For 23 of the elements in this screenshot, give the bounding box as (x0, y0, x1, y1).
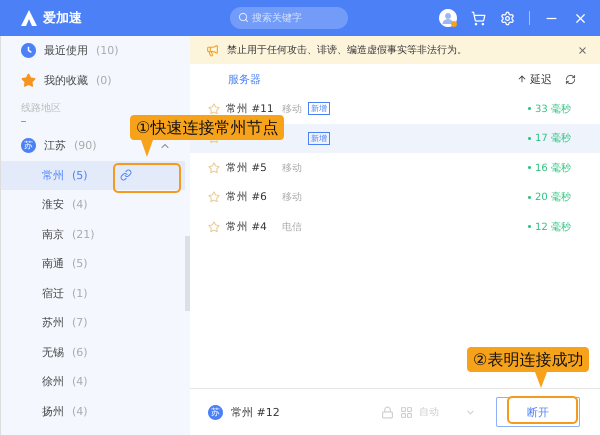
carrier-label: 电信 (282, 220, 303, 234)
callout-tooltip: ②表明连接成功 (467, 347, 590, 372)
carrier-label: 移动 (282, 191, 303, 204)
server-name: 常州 #4 (226, 220, 268, 234)
callout-tooltip: ①快速连接常州节点 (130, 115, 284, 140)
latency-value: 17 毫秒 (528, 131, 600, 146)
server-name: 常州 #5 (226, 160, 268, 175)
latency-value: 33 毫秒 (528, 102, 600, 116)
province-badge: 苏 (208, 404, 223, 420)
latency-value: 12 毫秒 (528, 220, 600, 234)
carrier-label: 移动 (282, 102, 303, 116)
new-tag: 新增 (308, 132, 330, 145)
server-name: 常州 #6 (226, 190, 268, 204)
province-badge: 苏 (21, 138, 36, 154)
carrier-label: 移动 (282, 162, 303, 175)
app-name: 爱加速 (43, 10, 82, 27)
server-name: 常州 #11 (226, 102, 274, 116)
new-tag: 新增 (308, 102, 330, 116)
latency-value: 16 毫秒 (528, 160, 600, 175)
latency-value: 20 毫秒 (528, 190, 600, 204)
notice-text: 禁止用于任何攻击、诽谤、编造虚假事实等非法行为。 (227, 44, 467, 57)
current-server: 常州 #12 (231, 404, 280, 420)
section-title: 线路地区 (20, 102, 62, 115)
